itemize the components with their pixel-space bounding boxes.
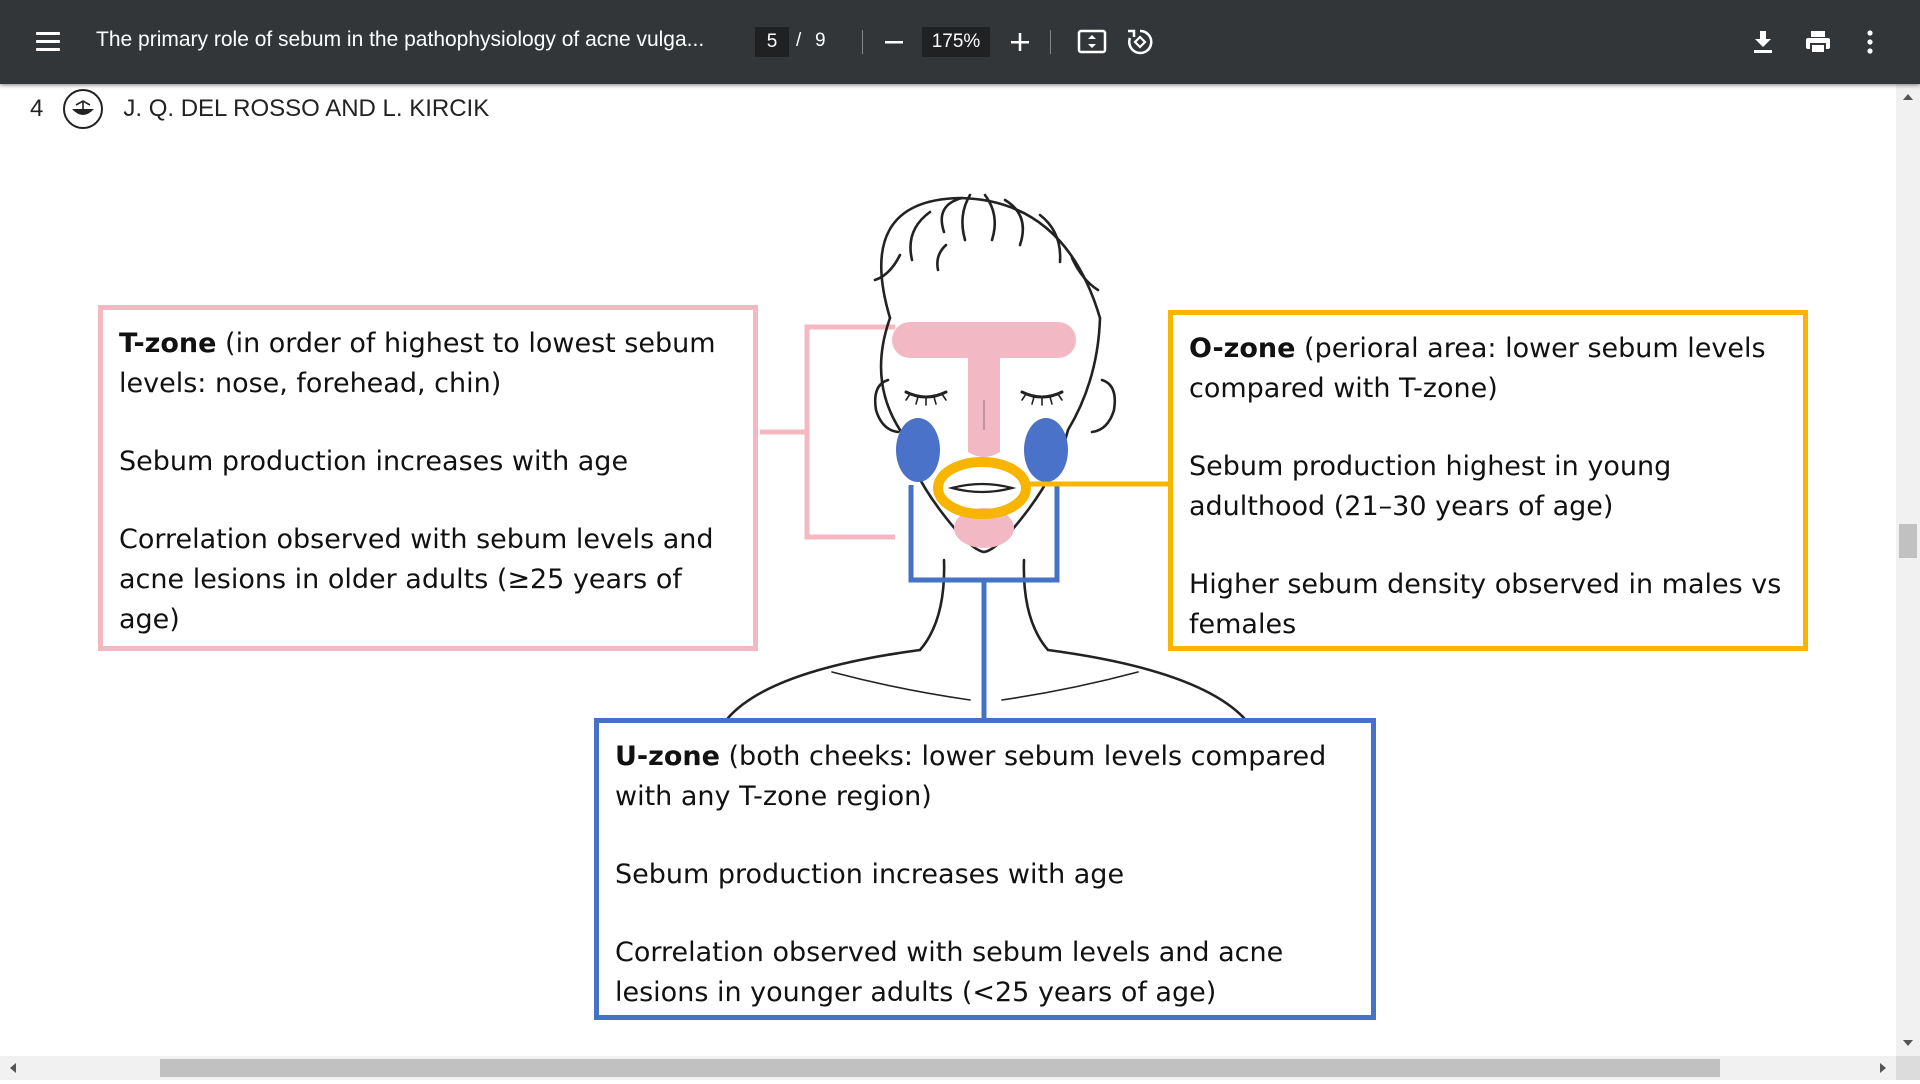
- horizontal-scrollbar-thumb: [160, 1059, 1720, 1077]
- tzone-line2: Sebum production increases with age: [119, 446, 629, 477]
- page-number-label: 4: [30, 95, 44, 122]
- ozone-title: O-zone: [1189, 333, 1296, 364]
- fit-page-button[interactable]: [1074, 24, 1110, 60]
- uzone-description: U-zone (both cheeks: lower sebum levels …: [615, 737, 1355, 817]
- journal-logo-icon: [63, 89, 104, 129]
- tzone-description: T-zone (in order of highest to lowest se…: [119, 324, 737, 404]
- uzone-title: U-zone: [615, 741, 720, 772]
- more-icon: [1867, 30, 1873, 54]
- menu-icon[interactable]: [30, 28, 66, 56]
- tzone-title: T-zone: [119, 328, 217, 359]
- ozone-line3: Higher sebum density observed in males v…: [1189, 569, 1782, 640]
- vertical-scrollbar[interactable]: [1896, 84, 1920, 1056]
- fit-page-icon: [1077, 29, 1107, 54]
- uzone-line3: Correlation observed with sebum levels a…: [615, 937, 1284, 1008]
- authors-header: J. Q. DEL ROSSO AND L. KIRCIK: [123, 95, 490, 122]
- zoom-level-input[interactable]: 175%: [922, 27, 990, 57]
- zoom-in-icon: [1011, 33, 1029, 51]
- horizontal-scrollbar[interactable]: [0, 1056, 1896, 1080]
- page-header: 4 J. Q. DEL ROSSO AND L. KIRCIK: [30, 89, 490, 129]
- vertical-scrollbar-track: [1899, 94, 1917, 1046]
- page-number-input[interactable]: 5: [755, 27, 789, 57]
- zoom-in-button[interactable]: [1002, 24, 1038, 60]
- zoom-out-icon: [885, 41, 903, 44]
- more-options-button[interactable]: [1852, 24, 1888, 60]
- scrollbar-corner: [1896, 1056, 1920, 1080]
- ozone-box: O-zone (perioral area: lower sebum level…: [1168, 310, 1808, 651]
- scroll-right-arrow-icon: [1880, 1063, 1886, 1073]
- print-icon: [1806, 31, 1830, 54]
- pdf-toolbar: The primary role of sebum in the pathoph…: [0, 0, 1920, 84]
- zoom-out-button[interactable]: [876, 24, 912, 60]
- ozone-description: O-zone (perioral area: lower sebum level…: [1189, 329, 1787, 409]
- horizontal-scrollbar-track: [10, 1059, 1886, 1077]
- scroll-up-arrow-icon: [1903, 94, 1913, 100]
- uzone-line2: Sebum production increases with age: [615, 859, 1125, 890]
- page-separator: /: [796, 30, 802, 51]
- vertical-scrollbar-thumb: [1899, 524, 1917, 558]
- tzone-line3: Correlation observed with sebum levels a…: [119, 524, 714, 635]
- print-button[interactable]: [1800, 24, 1836, 60]
- document-title: The primary role of sebum in the pathoph…: [96, 28, 705, 51]
- download-button[interactable]: [1745, 24, 1781, 60]
- ozone-line2: Sebum production highest in young adulth…: [1189, 451, 1672, 522]
- uzone-box: U-zone (both cheeks: lower sebum levels …: [594, 718, 1376, 1020]
- uzone-title-rest: (both cheeks: lower sebum levels compare…: [615, 741, 1327, 812]
- toolbar-divider: [862, 30, 863, 54]
- download-icon: [1754, 31, 1772, 53]
- rotate-icon: [1128, 29, 1153, 55]
- rotate-button[interactable]: [1122, 24, 1158, 60]
- scroll-down-arrow-icon: [1903, 1040, 1913, 1046]
- toolbar-divider: [1050, 30, 1051, 54]
- tzone-box: T-zone (in order of highest to lowest se…: [98, 305, 758, 651]
- page-total: 9: [815, 30, 826, 51]
- scroll-left-arrow-icon: [10, 1063, 16, 1073]
